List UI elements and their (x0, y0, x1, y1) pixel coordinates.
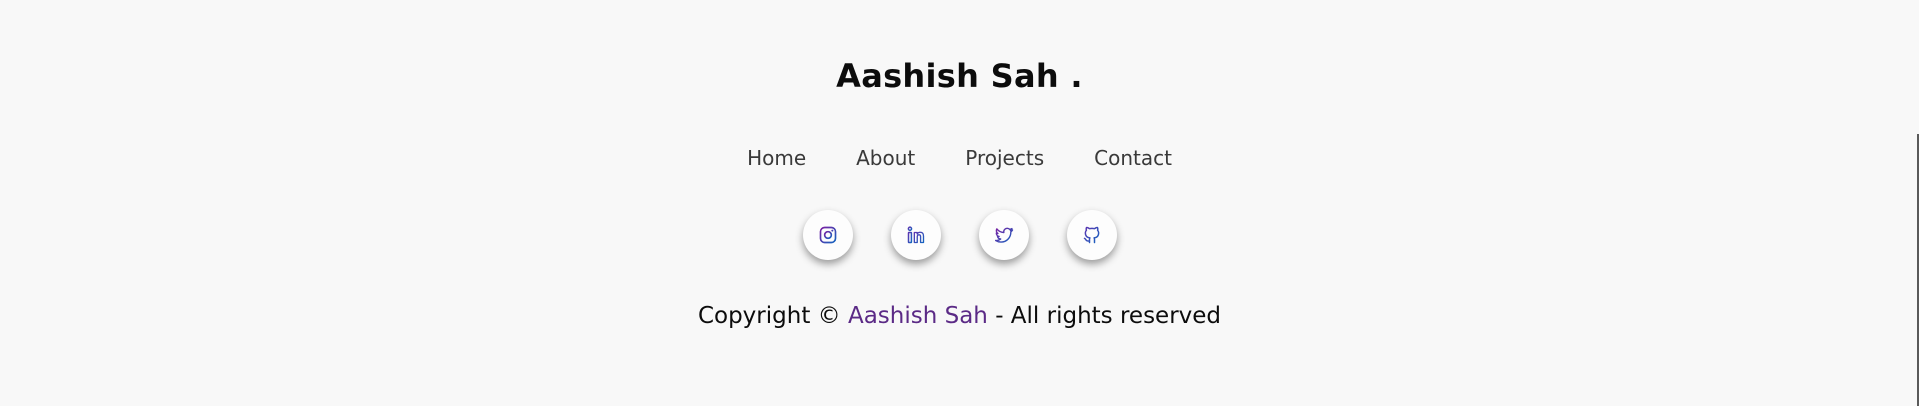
nav-link-home[interactable]: Home (747, 144, 806, 172)
copyright-text: Copyright © Aashish Sah - All rights res… (0, 300, 1919, 332)
copyright-prefix: Copyright © (697, 303, 848, 329)
nav-link-contact[interactable]: Contact (1094, 144, 1172, 172)
github-button[interactable] (1066, 210, 1117, 260)
instagram-button[interactable] (802, 210, 853, 260)
copyright-owner-link[interactable]: Aashish Sah (848, 303, 988, 329)
linkedin-button[interactable] (890, 210, 941, 260)
social-links (0, 210, 1919, 260)
brand-name[interactable]: Aashish Sah . (0, 56, 1919, 96)
linkedin-icon (907, 226, 924, 244)
footer-nav: Home About Projects Contact (0, 144, 1919, 172)
twitter-icon (994, 227, 1013, 243)
copyright-suffix: - All rights reserved (987, 303, 1222, 329)
nav-link-projects[interactable]: Projects (965, 144, 1044, 172)
twitter-button[interactable] (978, 210, 1029, 260)
nav-link-about[interactable]: About (856, 144, 915, 172)
footer: Aashish Sah . Home About Projects Contac… (0, 0, 1919, 406)
instagram-icon (819, 226, 836, 244)
github-icon (1083, 226, 1099, 244)
